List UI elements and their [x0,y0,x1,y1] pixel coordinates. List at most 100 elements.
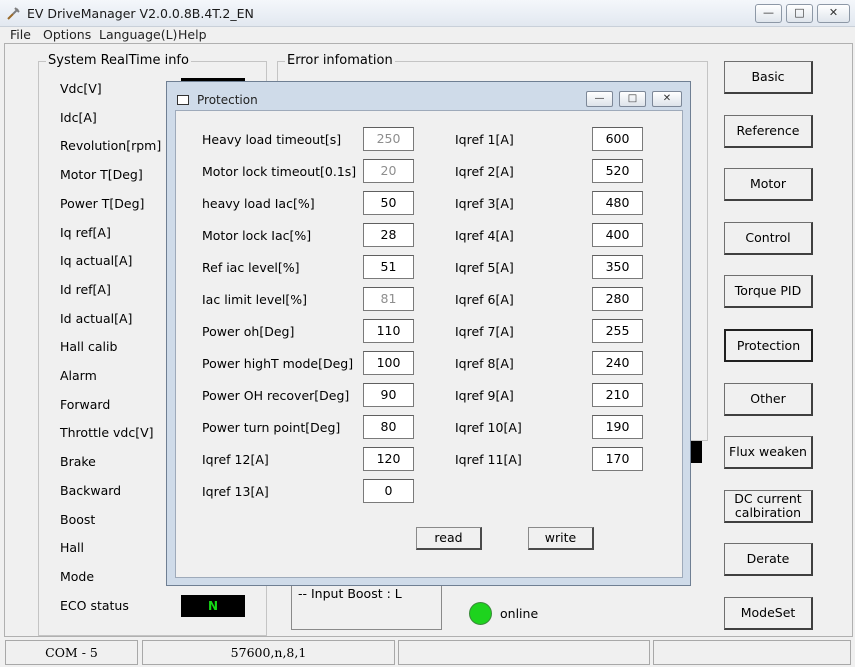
menu-options[interactable]: Options [43,27,91,42]
dialog-minimize-button[interactable]: — [586,91,613,107]
error-info-group-title: Error infomation [285,53,395,68]
menu-language[interactable]: Language(L) [99,27,177,42]
param-field-heavy-load-iac[interactable]: 50 [363,191,414,215]
dialog-minimize-icon: — [594,93,605,104]
param-field-power-oh-recover-deg[interactable]: 90 [363,383,414,407]
menu-file[interactable]: File [10,27,31,42]
motor-button[interactable]: Motor [724,168,813,201]
online-label: online [500,606,539,621]
status-settings-text: 57600,n,8,1 [230,645,307,660]
param-field-power-hight-mode-deg[interactable]: 100 [363,351,414,375]
param-field-motor-lock-iac[interactable]: 28 [363,223,414,247]
realtime-label-alarm: Alarm [60,368,97,383]
dc-current-calbiration-button[interactable]: DC current calbiration [724,490,813,523]
read-button[interactable]: read [416,527,482,550]
realtime-label-mode: Mode [60,568,95,584]
realtime-label-idc-a: Idc[A] [60,109,97,125]
param-field-iqref-10-a[interactable]: 190 [592,415,643,439]
param-field-iqref-1-a[interactable]: 600 [592,127,643,151]
realtime-label-iq-actual-a: Iq actual[A] [60,253,133,269]
param-label-iqref-6-a: Iqref 6[A] [455,292,514,307]
param-label-iqref-3-a: Iqref 3[A] [455,196,514,211]
param-field-iqref-6-a[interactable]: 280 [592,287,643,311]
param-label-motor-lock-timeout-0-1s: Motor lock timeout[0.1s] [202,164,357,179]
param-field-iqref-5-a[interactable]: 350 [592,255,643,279]
param-label-iac-limit-level: Iac limit level[%] [202,292,308,307]
dialog-maximize-button[interactable]: □ [619,91,646,107]
realtime-label-boost: Boost [60,511,96,527]
reference-button[interactable]: Reference [724,115,813,148]
other-button[interactable]: Other [724,383,813,416]
param-field-power-turn-point-deg[interactable]: 80 [363,415,414,439]
param-field-heavy-load-timeout-s[interactable]: 250 [363,127,414,151]
param-field-iqref-4-a[interactable]: 400 [592,223,643,247]
maximize-button[interactable]: □ [786,4,813,23]
menu-help[interactable]: Help [178,27,207,42]
dialog-maximize-icon: □ [627,93,638,104]
param-field-iqref-9-a[interactable]: 210 [592,383,643,407]
param-label-iqref-4-a: Iqref 4[A] [455,228,514,243]
param-label-heavy-load-timeout-s: Heavy load timeout[s] [202,132,342,147]
menu-bar: File Options Language(L) Help [0,27,855,43]
maximize-icon: □ [794,6,805,19]
param-field-motor-lock-timeout-0-1s[interactable]: 20 [363,159,414,183]
param-field-iqref-2-a[interactable]: 520 [592,159,643,183]
status-port-text: COM - 5 [45,645,98,660]
param-field-iqref-11-a[interactable]: 170 [592,447,643,471]
dialog-title: Protection [197,93,258,107]
dialog-close-button[interactable]: ✕ [652,91,682,107]
param-field-iqref-8-a[interactable]: 240 [592,351,643,375]
param-field-ref-iac-level[interactable]: 51 [363,255,414,279]
realtime-label-vdc-v: Vdc[V] [60,81,102,96]
param-label-iqref-10-a: Iqref 10[A] [455,420,522,435]
window-title: EV DriveManager V2.0.0.8B.4T.2_EN [27,6,254,21]
param-field-iqref-3-a[interactable]: 480 [592,191,643,215]
input-boost-text: -- Input Boost : L [298,586,402,601]
title-bar: EV DriveManager V2.0.0.8B.4T.2_EN — □ ✕ [0,0,855,27]
realtime-label-hall-calib: Hall calib [60,339,118,355]
realtime-label-motor-t-deg: Motor T[Deg] [60,167,143,183]
param-label-iqref-9-a: Iqref 9[A] [455,388,514,403]
basic-button[interactable]: Basic [724,61,813,94]
param-label-power-turn-point-deg: Power turn point[Deg] [202,420,341,435]
param-field-iqref-7-a[interactable]: 255 [592,319,643,343]
realtime-label-throttle-vdc-v: Throttle vdc[V] [60,425,154,441]
minimize-button[interactable]: — [755,4,782,23]
write-button[interactable]: write [528,527,594,550]
dialog-window-icon [177,95,189,105]
param-label-ref-iac-level: Ref iac level[%] [202,260,300,275]
param-field-iqref-13-a[interactable]: 0 [363,479,414,503]
param-field-iac-limit-level[interactable]: 81 [363,287,414,311]
param-label-power-oh-recover-deg: Power OH recover[Deg] [202,388,350,403]
modeset-button[interactable]: ModeSet [724,597,813,630]
param-label-iqref-1-a: Iqref 1[A] [455,132,514,147]
realtime-label-backward: Backward [60,482,122,498]
param-label-heavy-load-iac: heavy load Iac[%] [202,196,315,211]
realtime-group-title: System RealTime info [46,53,191,68]
eco-status-indicator: N [181,595,245,617]
close-icon: ✕ [828,6,839,19]
realtime-label-hall: Hall [60,540,85,556]
derate-button[interactable]: Derate [724,543,813,576]
param-field-power-oh-deg[interactable]: 110 [363,319,414,343]
app-icon [7,7,20,20]
param-label-iqref-5-a: Iqref 5[A] [455,260,514,275]
protection-button[interactable]: Protection [724,329,813,362]
param-field-iqref-12-a[interactable]: 120 [363,447,414,471]
realtime-label-id-actual-a: Id actual[A] [60,310,133,326]
close-button[interactable]: ✕ [817,4,850,23]
status-port: COM - 5 [5,640,138,665]
status-bar: COM - 5 57600,n,8,1 [0,638,855,667]
dialog-close-icon: ✕ [662,93,672,104]
param-label-iqref-2-a: Iqref 2[A] [455,164,514,179]
param-label-iqref-12-a: Iqref 12[A] [202,452,269,467]
param-label-power-hight-mode-deg: Power highT mode[Deg] [202,356,354,371]
control-button[interactable]: Control [724,222,813,255]
flux-weaken-button[interactable]: Flux weaken [724,436,813,469]
realtime-label-iq-ref-a: Iq ref[A] [60,224,111,240]
param-label-power-oh-deg: Power oh[Deg] [202,324,295,339]
status-settings: 57600,n,8,1 [142,640,395,665]
torque-pid-button[interactable]: Torque PID [724,275,813,308]
dialog-client-area: Heavy load timeout[s] 250 Motor lock timeo… [175,110,683,578]
realtime-label-revolution-rpm: Revolution[rpm] [60,138,162,154]
